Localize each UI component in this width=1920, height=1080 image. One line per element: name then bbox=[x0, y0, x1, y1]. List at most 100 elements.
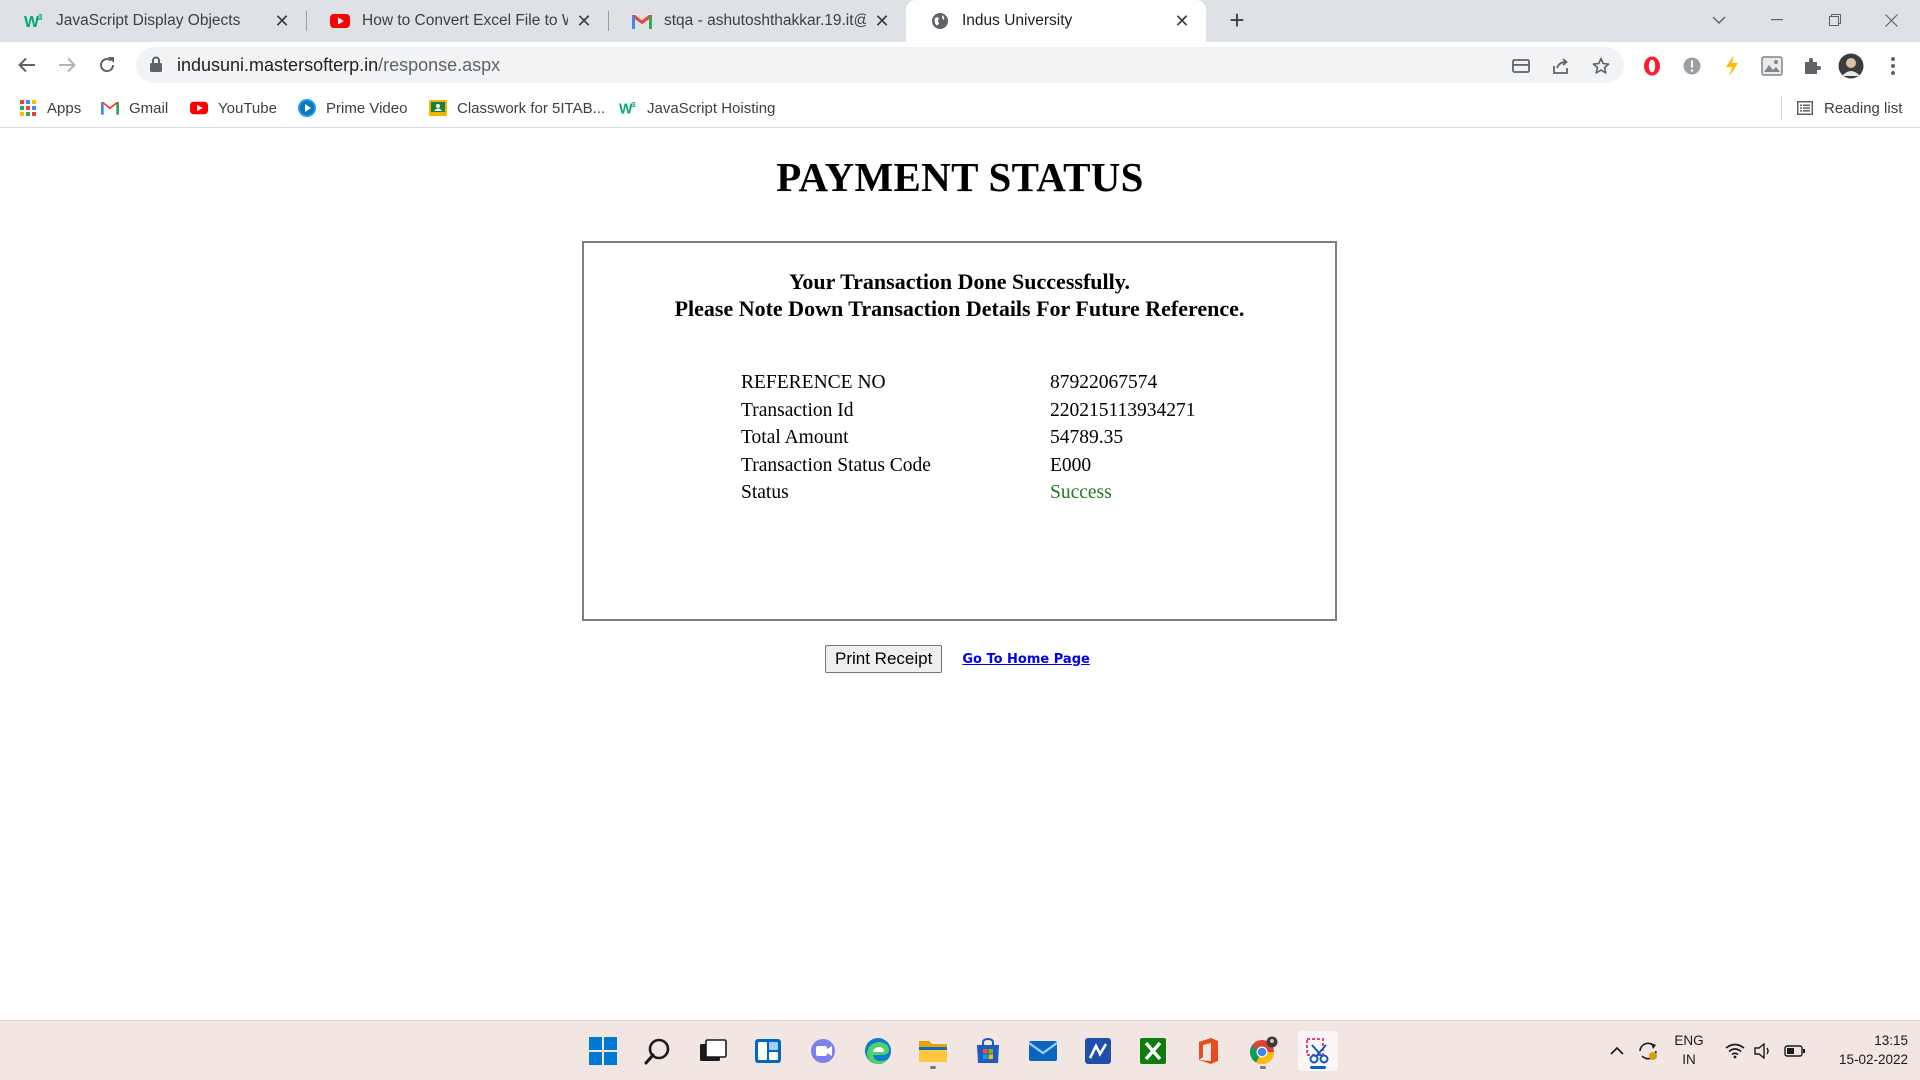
tab-stqa-gmail[interactable]: stqa - ashutoshthakkar.19.it@iite ✕ bbox=[608, 0, 906, 42]
profile-avatar-icon[interactable] bbox=[1838, 53, 1864, 79]
running-indicator bbox=[930, 1066, 936, 1069]
w3schools-icon: W3 bbox=[619, 99, 637, 117]
restore-button[interactable] bbox=[1806, 0, 1864, 40]
new-tab-button[interactable]: + bbox=[1222, 6, 1252, 36]
detail-value: 220215113934271 bbox=[1050, 399, 1196, 421]
detail-label: Transaction Status Code bbox=[741, 454, 931, 476]
teams-chat-icon[interactable] bbox=[803, 1031, 843, 1071]
globe-icon bbox=[930, 11, 950, 31]
detail-label: Status bbox=[741, 482, 789, 503]
bookmark-label: Prime Video bbox=[326, 99, 408, 117]
tab-javascript-display-objects[interactable]: W3 JavaScript Display Objects ✕ bbox=[0, 0, 306, 42]
microsoft-store-icon[interactable] bbox=[968, 1031, 1008, 1071]
share-icon[interactable] bbox=[1550, 55, 1572, 77]
tab-title: stqa - ashutoshthakkar.19.it@iite bbox=[664, 12, 866, 29]
tab-strip: W3 JavaScript Display Objects ✕ How to C… bbox=[0, 0, 1920, 42]
visual-studio-code-icon[interactable] bbox=[1078, 1031, 1118, 1071]
close-icon[interactable]: ✕ bbox=[272, 11, 292, 31]
gmail-icon bbox=[632, 11, 652, 31]
bookmark-label: YouTube bbox=[218, 99, 277, 117]
chrome-icon[interactable] bbox=[1243, 1031, 1283, 1071]
language-label: ENG bbox=[1674, 1033, 1704, 1048]
svg-text:3: 3 bbox=[38, 13, 43, 22]
prime-video-icon bbox=[298, 99, 316, 117]
sync-icon[interactable] bbox=[1634, 1021, 1662, 1080]
search-icon[interactable] bbox=[638, 1031, 678, 1071]
reading-list-icon bbox=[1796, 99, 1814, 117]
classroom-icon bbox=[429, 99, 447, 117]
clock[interactable]: 13:15 15-02-2022 bbox=[1816, 1031, 1908, 1069]
bookmark-javascript-hoisting[interactable]: W3 JavaScript Hoisting bbox=[619, 96, 775, 120]
bookmark-youtube[interactable]: YouTube bbox=[190, 96, 277, 120]
tab-how-to-convert-excel[interactable]: How to Convert Excel File to Wor ✕ bbox=[306, 0, 608, 42]
windows-taskbar: ENG IN 13:15 15-02-2022 bbox=[0, 1020, 1920, 1080]
opera-extension-icon[interactable] bbox=[1639, 53, 1665, 79]
language-indicator[interactable]: ENG IN bbox=[1668, 1031, 1710, 1069]
transaction-details-table: REFERENCE NO 87922067574 Transaction Id … bbox=[741, 369, 1196, 507]
reading-list-button[interactable]: Reading list bbox=[1796, 96, 1902, 120]
close-icon[interactable]: ✕ bbox=[872, 11, 892, 31]
extensions-puzzle-icon[interactable] bbox=[1799, 53, 1825, 79]
page-content: PAYMENT STATUS Your Transaction Done Suc… bbox=[0, 129, 1920, 1020]
detail-label: Transaction Id bbox=[741, 399, 854, 421]
battery-icon[interactable] bbox=[1781, 1021, 1809, 1080]
detail-value: 87922067574 bbox=[1050, 372, 1158, 393]
browser-toolbar: indusuni.mastersofterp.in/response.aspx bbox=[0, 42, 1920, 88]
bookmark-classwork[interactable]: Classwork for 5ITAB... bbox=[429, 96, 605, 120]
install-app-icon[interactable] bbox=[1510, 55, 1532, 77]
success-message: Your Transaction Done Successfully. bbox=[788, 269, 1131, 294]
menu-kebab-icon[interactable] bbox=[1880, 53, 1906, 79]
start-menu-icon[interactable] bbox=[583, 1031, 623, 1071]
show-hidden-icons-chevron-icon[interactable] bbox=[1604, 1021, 1630, 1080]
detail-row-reference-no: REFERENCE NO 87922067574 bbox=[741, 369, 1196, 397]
volume-icon[interactable] bbox=[1750, 1021, 1776, 1080]
bookmark-apps[interactable]: Apps bbox=[19, 96, 81, 120]
close-window-button[interactable] bbox=[1862, 0, 1920, 40]
snipping-tool-icon[interactable] bbox=[1298, 1031, 1338, 1071]
address-bar[interactable]: indusuni.mastersofterp.in/response.aspx bbox=[136, 47, 1624, 83]
bookmark-gmail[interactable]: Gmail bbox=[101, 96, 168, 120]
clock-date: 15-02-2022 bbox=[1838, 1052, 1908, 1067]
transaction-panel: Your Transaction Done Successfully. Plea… bbox=[582, 241, 1337, 621]
tab-indus-university[interactable]: Indus University ✕ bbox=[906, 0, 1206, 42]
close-icon[interactable]: ✕ bbox=[1172, 11, 1192, 31]
detail-row-status-code: Transaction Status Code E000 bbox=[741, 452, 1196, 480]
wifi-icon[interactable] bbox=[1722, 1021, 1748, 1080]
widgets-icon[interactable] bbox=[748, 1031, 788, 1071]
detail-label: REFERENCE NO bbox=[741, 372, 886, 393]
image-extension-icon[interactable] bbox=[1759, 53, 1785, 79]
detail-row-status: Status Success bbox=[741, 479, 1196, 507]
close-icon[interactable]: ✕ bbox=[574, 11, 594, 31]
detail-value: E000 bbox=[1050, 454, 1092, 476]
file-explorer-icon[interactable] bbox=[913, 1031, 953, 1071]
detail-value: 54789.35 bbox=[1050, 427, 1124, 448]
w3schools-icon: W3 bbox=[24, 11, 44, 31]
go-to-home-page-link[interactable]: Go To Home Page bbox=[962, 652, 1090, 667]
bookmarks-bar: Apps Gmail YouTube Prime Video Classwork… bbox=[0, 88, 1920, 128]
detail-row-transaction-id: Transaction Id 220215113934271 bbox=[741, 397, 1196, 425]
task-view-icon[interactable] bbox=[693, 1031, 733, 1071]
bookmark-prime-video[interactable]: Prime Video bbox=[298, 96, 407, 120]
gmail-icon bbox=[101, 99, 119, 117]
xbox-icon[interactable] bbox=[1133, 1031, 1173, 1071]
forward-button[interactable] bbox=[51, 49, 83, 81]
bookmark-label: Classwork for 5ITAB... bbox=[457, 99, 606, 117]
lightning-extension-icon[interactable] bbox=[1719, 53, 1745, 79]
url-text: indusuni.mastersofterp.in/response.aspx bbox=[177, 55, 500, 76]
edge-browser-icon[interactable] bbox=[858, 1031, 898, 1071]
gray-circle-extension-icon[interactable] bbox=[1679, 53, 1705, 79]
minimize-button[interactable] bbox=[1748, 0, 1806, 40]
mail-icon[interactable] bbox=[1023, 1031, 1063, 1071]
bookmark-label: Gmail bbox=[129, 99, 169, 117]
reload-button[interactable] bbox=[91, 49, 123, 81]
detail-label: Total Amount bbox=[741, 427, 849, 448]
tab-search-chevron-icon[interactable] bbox=[1690, 0, 1748, 40]
print-receipt-button[interactable]: Print Receipt bbox=[825, 645, 943, 673]
back-button[interactable] bbox=[11, 49, 43, 81]
office-icon[interactable] bbox=[1188, 1031, 1228, 1071]
active-indicator bbox=[1310, 1066, 1326, 1069]
reading-list-label: Reading list bbox=[1824, 99, 1903, 117]
lock-icon[interactable] bbox=[150, 56, 162, 77]
bookmark-star-icon[interactable] bbox=[1590, 55, 1612, 77]
bookmarks-divider bbox=[1781, 96, 1782, 120]
